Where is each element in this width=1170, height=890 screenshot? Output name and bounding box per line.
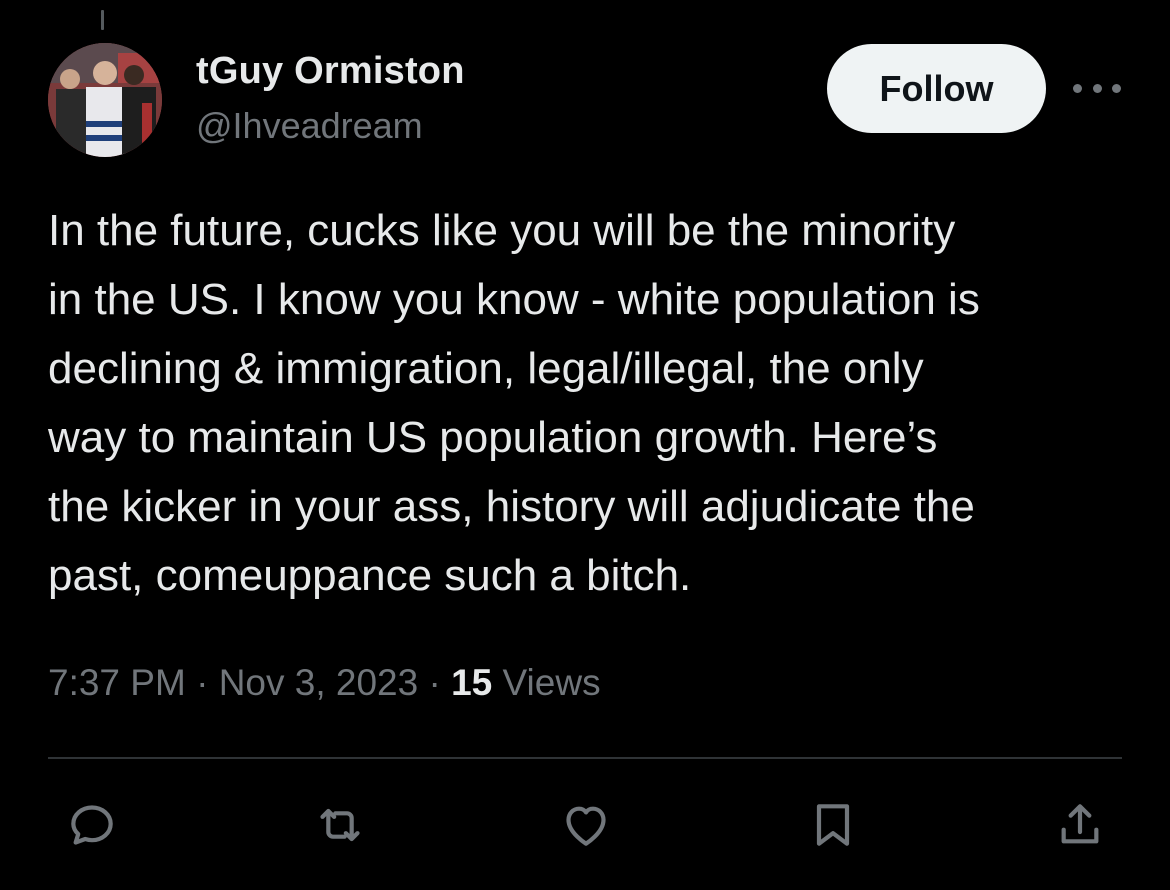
share-icon xyxy=(1061,804,1099,844)
more-options-icon[interactable] xyxy=(1073,72,1121,104)
retweet-icon xyxy=(320,808,360,842)
avatar[interactable] xyxy=(48,43,162,157)
bookmark-button[interactable] xyxy=(798,790,868,860)
views-label: Views xyxy=(502,662,601,703)
like-button[interactable] xyxy=(551,790,621,860)
reply-button[interactable] xyxy=(57,790,127,860)
tweet-date[interactable]: Nov 3, 2023 xyxy=(219,662,419,703)
action-bar xyxy=(0,790,1170,870)
meta-separator: · xyxy=(196,662,209,703)
views-count: 15 xyxy=(451,662,493,703)
more-dot xyxy=(1112,83,1121,93)
more-dot xyxy=(1092,83,1102,93)
display-name[interactable]: tGuy Ormiston xyxy=(196,48,465,94)
share-button[interactable] xyxy=(1045,790,1115,860)
bookmark-icon xyxy=(816,804,850,846)
divider xyxy=(48,757,1122,759)
retweet-button[interactable] xyxy=(305,790,375,860)
tweet-text: In the future, cucks like you will be th… xyxy=(48,206,980,600)
user-info: tGuy Ormiston @Ihveadream xyxy=(196,48,465,150)
tweet-meta: 7:37 PM · Nov 3, 2023 · 15 Views xyxy=(48,658,601,708)
reply-icon xyxy=(71,805,113,845)
thread-connector-line xyxy=(101,10,104,30)
meta-separator: · xyxy=(428,662,441,703)
avatar-image xyxy=(48,43,162,157)
user-handle[interactable]: @Ihveadream xyxy=(196,102,465,150)
more-dot xyxy=(1073,83,1082,93)
heart-icon xyxy=(566,806,606,846)
tweet-time[interactable]: 7:37 PM xyxy=(48,662,186,703)
follow-button[interactable]: Follow xyxy=(827,44,1046,133)
